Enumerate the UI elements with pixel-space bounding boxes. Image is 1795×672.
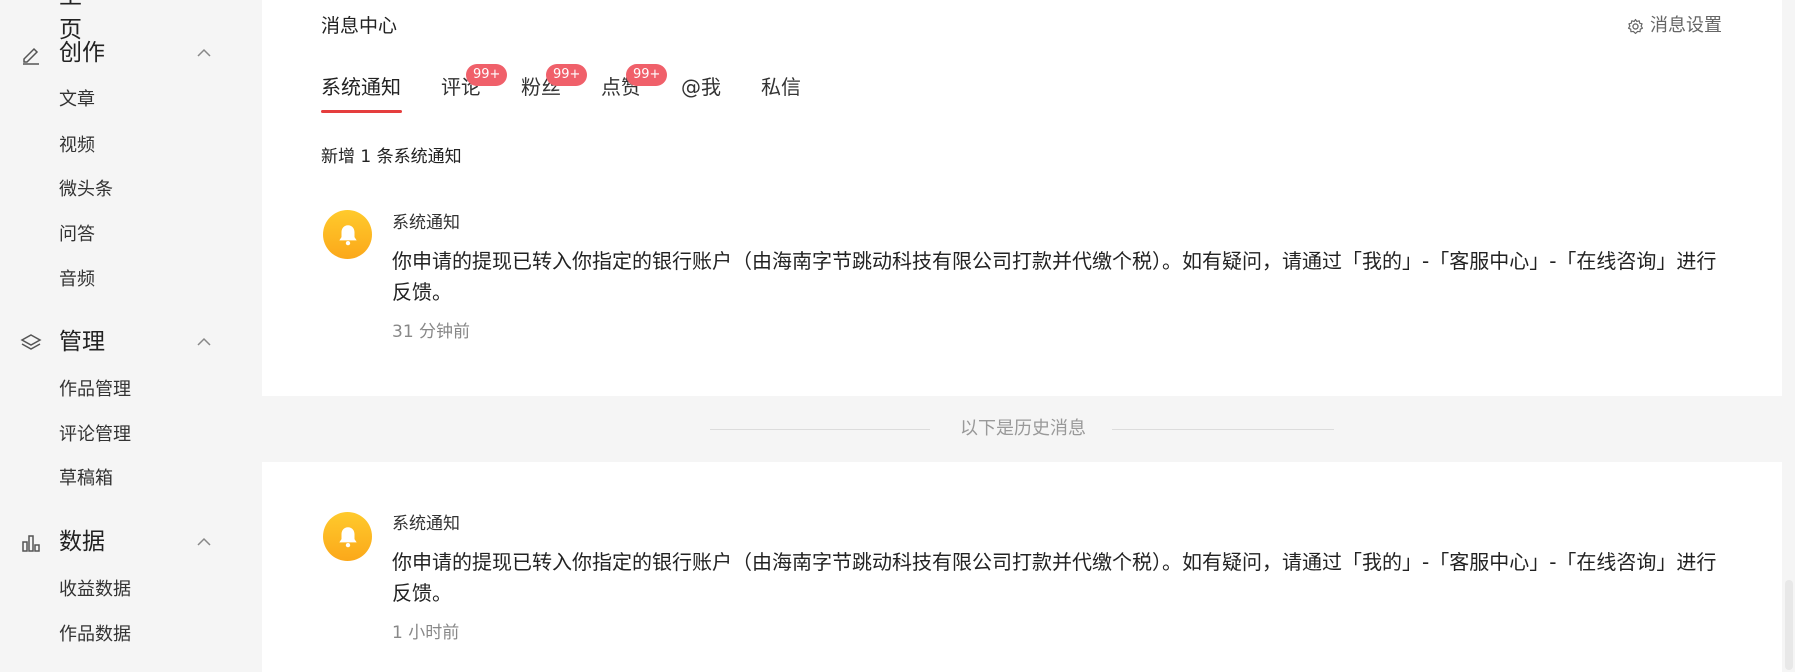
sidebar-item-works-manage[interactable]: 作品管理 bbox=[59, 377, 131, 403]
chevron-up-icon[interactable] bbox=[196, 534, 212, 550]
page-title: 消息中心 bbox=[321, 15, 398, 37]
sidebar-item-revenue-data[interactable]: 收益数据 bbox=[59, 577, 131, 603]
sidebar-item-video[interactable]: 视频 bbox=[59, 133, 95, 159]
message-time: 1 小时前 bbox=[392, 623, 460, 643]
message-settings-button[interactable]: 消息设置 bbox=[1627, 12, 1722, 40]
sidebar-group-label: 数据 bbox=[59, 529, 105, 555]
gear-icon bbox=[1627, 18, 1644, 34]
chevron-up-icon[interactable] bbox=[196, 334, 212, 350]
sidebar-group-label: 管理 bbox=[59, 329, 105, 355]
sidebar-item-comments-manage[interactable]: 评论管理 bbox=[59, 422, 131, 448]
grid-icon bbox=[20, 0, 42, 6]
sidebar-group-data[interactable]: 数据 bbox=[0, 522, 262, 562]
message-body: 你申请的提现已转入你指定的银行账户（由海南字节跳动科技有限公司打款并代缴个税）。… bbox=[392, 249, 1717, 304]
bell-icon bbox=[338, 526, 357, 547]
active-tab-indicator bbox=[321, 110, 402, 113]
divider bbox=[710, 429, 930, 430]
sidebar-item-micro-post[interactable]: 微头条 bbox=[59, 177, 113, 203]
message-body: 你申请的提现已转入你指定的银行账户（由海南字节跳动科技有限公司打款并代缴个税）。… bbox=[392, 550, 1717, 605]
sidebar-group-label: 创作 bbox=[59, 40, 105, 66]
sidebar-item-audio[interactable]: 音频 bbox=[59, 267, 95, 293]
tab-private-messages[interactable]: 私信 bbox=[761, 72, 801, 102]
comments-count-badge: 99+ bbox=[466, 64, 508, 86]
fans-count-badge: 99+ bbox=[546, 64, 588, 86]
bell-icon bbox=[338, 224, 357, 245]
system-notice-avatar bbox=[323, 512, 372, 561]
sidebar: 主页 创作 文章 视频 微头条 问答 音频 管理 作品管理 评论管理 草稿箱 数… bbox=[0, 0, 262, 672]
layers-icon bbox=[20, 334, 42, 350]
chevron-up-icon[interactable] bbox=[196, 45, 212, 61]
likes-count-badge: 99+ bbox=[626, 64, 668, 86]
bar-chart-icon bbox=[22, 535, 40, 552]
message-time: 31 分钟前 bbox=[392, 322, 471, 342]
message-sender: 系统通知 bbox=[392, 213, 460, 233]
current-messages-card bbox=[262, 0, 1782, 396]
sidebar-group-manage[interactable]: 管理 bbox=[0, 322, 262, 362]
history-separator: 以下是历史消息 bbox=[710, 414, 1335, 444]
tab-system-notice[interactable]: 系统通知 bbox=[321, 72, 401, 102]
sidebar-item-drafts[interactable]: 草稿箱 bbox=[59, 466, 113, 492]
scrollbar-thumb[interactable] bbox=[1785, 580, 1793, 670]
sidebar-item-article[interactable]: 文章 bbox=[59, 87, 95, 113]
scrollbar-track bbox=[1782, 0, 1795, 672]
history-separator-label: 以下是历史消息 bbox=[960, 418, 1086, 439]
new-notice-count: 新增 1 条系统通知 bbox=[321, 147, 462, 167]
system-notice-avatar bbox=[323, 210, 372, 259]
sidebar-item-qa[interactable]: 问答 bbox=[59, 222, 95, 248]
message-sender: 系统通知 bbox=[392, 514, 460, 534]
message-settings-label: 消息设置 bbox=[1650, 15, 1722, 36]
sidebar-item-works-data[interactable]: 作品数据 bbox=[59, 622, 131, 648]
sidebar-group-create[interactable]: 创作 bbox=[0, 33, 262, 73]
divider bbox=[1112, 429, 1334, 430]
tab-mentions[interactable]: @我 bbox=[681, 72, 721, 102]
pen-icon bbox=[23, 47, 39, 65]
